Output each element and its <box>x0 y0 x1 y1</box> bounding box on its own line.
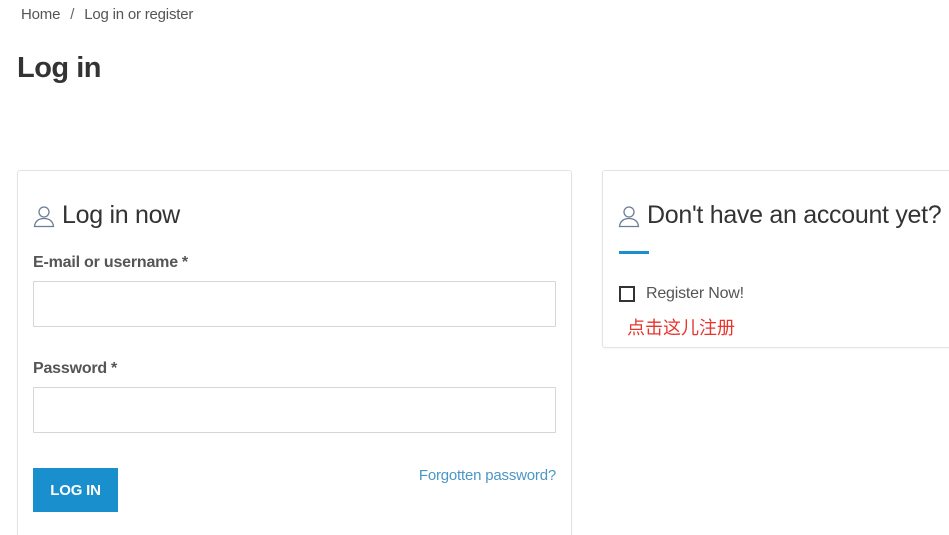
username-label: E-mail or username * <box>33 254 188 272</box>
register-hint-text: 点击这儿注册 <box>627 318 735 339</box>
password-input[interactable] <box>33 387 556 433</box>
password-label: Password * <box>33 360 117 378</box>
register-card: Don't have an account yet? Register Now!… <box>602 170 949 348</box>
login-button[interactable]: LOG IN <box>33 468 118 512</box>
register-checkbox[interactable] <box>619 286 635 302</box>
user-icon <box>617 204 641 228</box>
user-icon <box>32 204 56 228</box>
login-page: Home / Log in or register Log in Log in … <box>0 0 949 535</box>
login-heading-text: Log in now <box>62 201 180 229</box>
breadcrumb: Home / Log in or register <box>21 6 193 23</box>
login-card-heading: Log in now <box>32 201 180 230</box>
required-marker: * <box>181 254 188 271</box>
page-title: Log in <box>17 52 101 84</box>
register-heading-text: Don't have an account yet? <box>647 201 942 229</box>
login-card: Log in now E-mail or username * Password *… <box>17 170 572 535</box>
register-now-label[interactable]: Register Now! <box>646 285 744 303</box>
breadcrumb-current: Log in or register <box>84 6 194 23</box>
register-card-heading: Don't have an account yet? <box>617 201 942 230</box>
breadcrumb-separator: / <box>70 6 75 23</box>
breadcrumb-home-link[interactable]: Home <box>21 6 60 23</box>
register-checkbox-row[interactable]: Register Now! <box>619 285 744 303</box>
username-input[interactable] <box>33 281 556 327</box>
username-label-text: E-mail or username <box>33 254 178 271</box>
password-label-text: Password <box>33 360 107 377</box>
forgot-password-link[interactable]: Forgotten password? <box>419 467 556 484</box>
heading-accent-line <box>619 251 649 254</box>
required-marker: * <box>111 360 118 377</box>
